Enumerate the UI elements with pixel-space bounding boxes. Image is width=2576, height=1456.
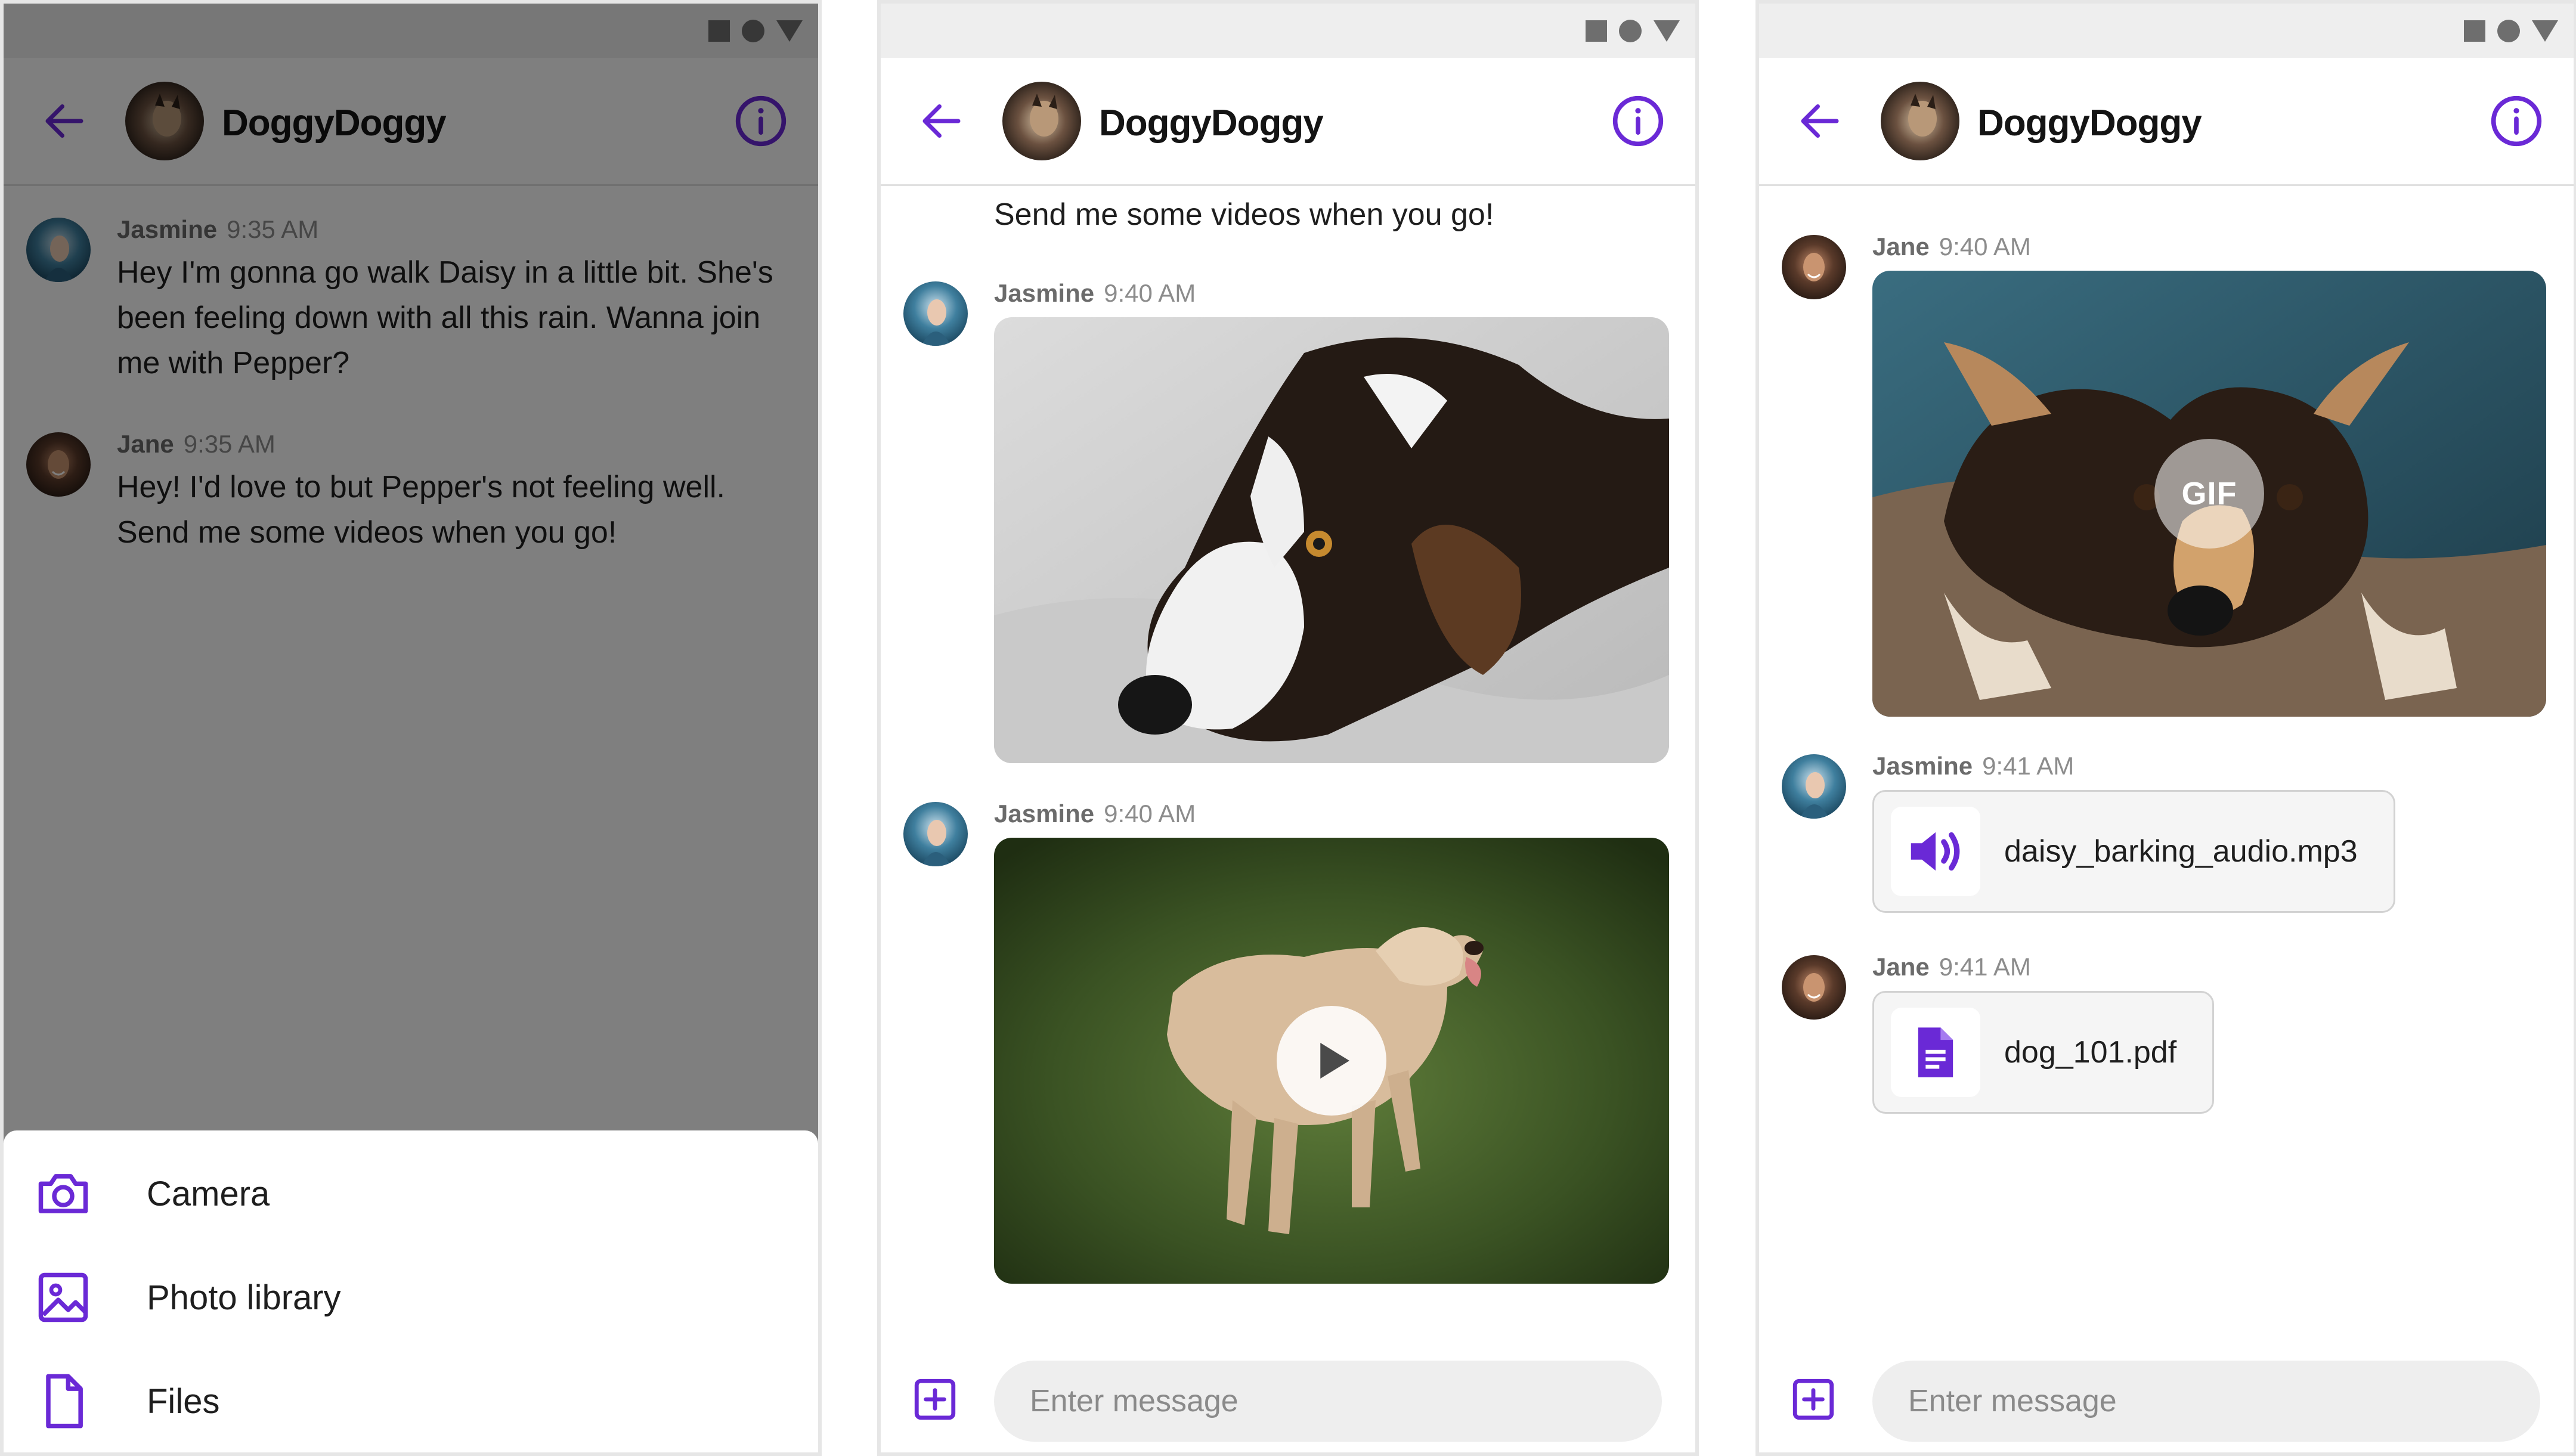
audio-attachment[interactable]: daisy_barking_audio.mp3 [1872,790,2395,913]
author-name: Jane [1872,953,1930,981]
message-input[interactable] [1872,1361,2540,1442]
info-icon[interactable] [1611,94,1665,148]
screen-file-messages: DoggyDoggy Jane 9:40 AM GIF Jasmine 9:41… [1755,0,2576,1456]
author-name: Jasmine [994,800,1095,828]
sheet-item-label: Photo library [147,1278,341,1317]
channel-title: DoggyDoggy [1099,103,1324,144]
square-icon [1586,20,1607,42]
channel-avatar[interactable] [1002,82,1081,160]
video-attachment[interactable] [994,838,1669,1284]
avatar[interactable] [1782,754,1846,819]
sheet-item-photo-library[interactable]: Photo library [4,1250,818,1345]
triangle-icon [2532,20,2558,42]
author-name: Jasmine [994,279,1095,307]
file-name: dog_101.pdf [2004,1035,2177,1070]
timestamp: 9:40 AM [1104,800,1196,828]
message-text: Send me some videos when you go! [994,197,1494,232]
author-name: Jasmine [1872,752,1973,780]
info-icon[interactable] [2489,94,2544,148]
message-meta: Jasmine 9:40 AM [994,800,1196,828]
message-meta: Jane 9:40 AM [1872,233,2031,261]
file-icon-tile [1891,1008,1980,1097]
sheet-item-files[interactable]: Files [4,1353,818,1449]
timestamp: 9:41 AM [1982,752,2075,780]
message-composer [1759,1345,2574,1452]
file-name: daisy_barking_audio.mp3 [2004,834,2358,869]
screen-media-messages: DoggyDoggy Send me some videos when you … [877,0,1699,1456]
play-icon [1320,1043,1349,1079]
avatar[interactable] [903,802,968,866]
message-composer [881,1345,1695,1452]
attachment-sheet: Camera Photo library Files [4,1130,818,1452]
back-arrow-icon[interactable] [917,96,967,146]
file-icon [46,1374,83,1429]
avatar[interactable] [903,281,968,346]
timestamp: 9:41 AM [1939,953,2031,981]
circle-icon [2497,20,2520,42]
channel-title: DoggyDoggy [1977,103,2202,144]
message-meta: Jane 9:41 AM [1872,953,2031,981]
channel-header: DoggyDoggy [1759,58,2574,186]
audio-icon-tile [1891,807,1980,896]
photo-library-icon [38,1272,88,1322]
avatar[interactable] [1782,235,1846,299]
sheet-item-label: Files [147,1381,220,1421]
file-attachment[interactable]: dog_101.pdf [1872,991,2215,1114]
speaker-icon [1911,832,1960,871]
sheet-item-camera[interactable]: Camera [4,1146,818,1241]
sheet-item-label: Camera [147,1174,270,1213]
screen-attach-menu: DoggyDoggy Jasmine9:35 AM Hey I'm gonna … [0,0,822,1456]
play-button[interactable] [1277,1006,1386,1116]
timestamp: 9:40 AM [1104,279,1196,307]
message-meta: Jasmine 9:41 AM [1872,752,2074,780]
back-arrow-icon[interactable] [1795,96,1845,146]
dog-photo [994,317,1669,763]
add-attachment-icon[interactable] [1789,1375,1838,1424]
avatar[interactable] [1782,955,1846,1020]
message-meta: Jasmine 9:40 AM [994,279,1196,308]
image-attachment[interactable] [994,317,1669,763]
add-attachment-icon[interactable] [911,1375,959,1424]
status-bar [881,4,1695,58]
author-name: Jane [1872,233,1930,261]
document-icon [1918,1027,1953,1077]
square-icon [2464,20,2485,42]
camera-icon [38,1174,88,1213]
timestamp: 9:40 AM [1939,233,2031,261]
message-input[interactable] [994,1361,1662,1442]
circle-icon [1619,20,1642,42]
triangle-icon [1654,20,1680,42]
status-bar [1759,4,2574,58]
channel-avatar[interactable] [1881,82,1959,160]
gif-badge[interactable]: GIF [2154,439,2264,549]
channel-header: DoggyDoggy [881,58,1695,186]
gif-attachment[interactable]: GIF [1872,271,2546,717]
